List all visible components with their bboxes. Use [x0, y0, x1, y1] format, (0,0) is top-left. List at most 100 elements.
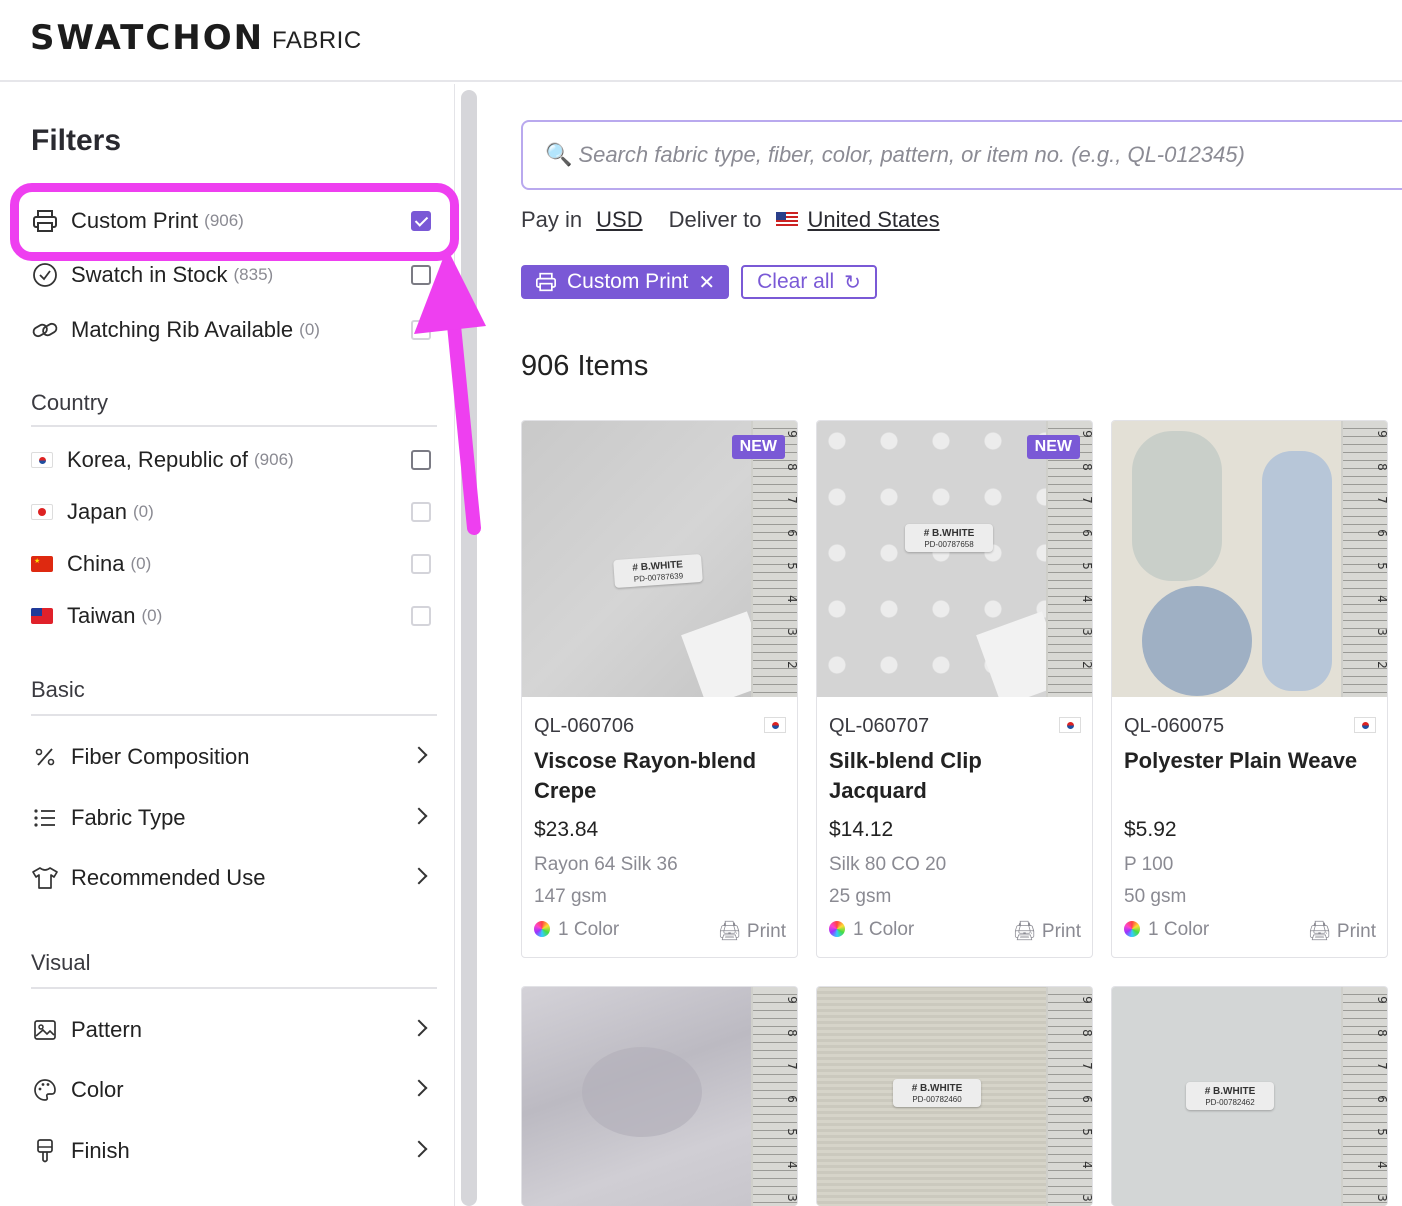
filters-title: Filters: [31, 124, 122, 157]
ruler-number: 6: [1080, 529, 1093, 537]
image-icon: [31, 1016, 59, 1044]
ruler-number: 2: [1375, 661, 1388, 669]
country-china[interactable]: ★ China (0): [31, 544, 431, 584]
swatch-in-stock-checkbox[interactable]: [411, 265, 431, 285]
country-count: (906): [254, 450, 294, 469]
nav-pattern[interactable]: Pattern: [31, 1010, 431, 1050]
chevron-right-icon: [410, 867, 428, 885]
product-gsm: 147 gsm: [534, 886, 607, 907]
sidebar-scrollbar[interactable]: [461, 90, 477, 1206]
nav-fabric[interactable]: FABRIC: [272, 27, 362, 55]
ruler-number: 9: [1080, 430, 1093, 438]
ruler-number: 3: [1375, 1194, 1388, 1202]
fabric-tag: # B.WHITE PD-00787639: [613, 553, 703, 589]
korea-checkbox[interactable]: [411, 450, 431, 470]
product-price: $23.84: [534, 818, 599, 841]
ruler-number: 8: [1080, 463, 1093, 471]
taiwan-checkbox[interactable]: [411, 606, 431, 626]
nav-finish[interactable]: Finish: [31, 1131, 431, 1171]
ruler: 9 8 7 6 5 4 3 2: [1341, 421, 1388, 697]
print-indicator: 🖨 Print: [1012, 921, 1081, 942]
chip-custom-print[interactable]: Custom Print ✕: [521, 265, 730, 299]
product-card[interactable]: # B.WHITE PD-00787658 9 8 7 6 5 4 3 2 NEW QL-060…: [816, 420, 1093, 958]
search-icon: 🔍: [545, 142, 573, 167]
close-icon[interactable]: ✕: [698, 270, 715, 295]
divider: [31, 714, 437, 716]
print-indicator: 🖨 Print: [717, 921, 786, 942]
brush-icon: [31, 1137, 59, 1165]
ruler-number: 5: [1080, 1128, 1093, 1136]
country-taiwan[interactable]: Taiwan (0): [31, 596, 431, 636]
chevron-right-icon: [410, 1140, 428, 1158]
product-card[interactable]: # B.WHITE PD-00782462 9 8 7 6 5 4 3: [1111, 986, 1388, 1206]
product-name[interactable]: Viscose Rayon-blend Crepe: [534, 746, 786, 806]
china-checkbox[interactable]: [411, 554, 431, 574]
ruler-number: 5: [1375, 562, 1388, 570]
taiwan-flag-icon: [31, 608, 53, 624]
japan-checkbox[interactable]: [411, 502, 431, 522]
product-card[interactable]: # B.WHITE PD-00787639 9 8 7 6 5 4 3 2 NEW QL-060…: [521, 420, 798, 958]
color-wheel-icon: [829, 921, 845, 937]
matching-rib-checkbox[interactable]: [411, 320, 431, 340]
currency-selector[interactable]: USD: [596, 207, 642, 233]
nav-recommended-use[interactable]: Recommended Use: [31, 858, 431, 898]
tshirt-icon: [31, 864, 59, 892]
ruler-number: 7: [1080, 496, 1093, 504]
filter-matching-rib[interactable]: Matching Rib Available (0): [31, 310, 431, 350]
link-icon: [31, 316, 59, 344]
ruler-number: 6: [1375, 529, 1388, 537]
pay-label: Pay in: [521, 207, 583, 232]
chevron-right-icon: [410, 746, 428, 764]
country-label: China: [67, 551, 125, 576]
ruler-number: 3: [1375, 628, 1388, 636]
product-price: $14.12: [829, 818, 894, 841]
deliver-label: Deliver to: [668, 207, 762, 232]
country-japan[interactable]: Japan (0): [31, 492, 431, 532]
country-korea[interactable]: Korea, Republic of (906): [31, 440, 431, 480]
filter-label: Swatch in Stock: [71, 262, 228, 287]
nav-fiber-composition[interactable]: Fiber Composition: [31, 737, 431, 777]
palette-icon: [31, 1076, 59, 1104]
country-count: (0): [141, 606, 163, 625]
fabric-image: # B.WHITE PD-00782462 9 8 7 6 5 4 3: [1112, 987, 1388, 1206]
nav-fabric-type[interactable]: Fabric Type: [31, 798, 431, 838]
ruler-number: 8: [785, 1029, 798, 1037]
country-selector[interactable]: United States: [808, 207, 940, 233]
fabric-image: 9 8 7 6 5 4 3 2: [1112, 421, 1388, 697]
nav-label: Recommended Use: [71, 865, 266, 890]
product-code: QL-060706: [534, 715, 635, 737]
korea-flag-icon: [1354, 717, 1376, 733]
fabric-tag: # B.WHITE PD-00782462: [1186, 1082, 1274, 1110]
product-composition: Rayon 64 Silk 36: [534, 854, 678, 875]
product-name[interactable]: Silk-blend Clip Jacquard: [829, 746, 1081, 806]
product-card[interactable]: # B.WHITE PD-00782460 9 8 7 6 5 4 3: [816, 986, 1093, 1206]
swatchon-logo[interactable]: SWATCHON: [30, 18, 264, 58]
filter-swatch-in-stock[interactable]: Swatch in Stock (835): [31, 255, 431, 295]
ruler-number: 7: [785, 1062, 798, 1070]
pay-deliver-line: Pay in USD Deliver to United States: [521, 207, 966, 233]
divider: [31, 425, 437, 427]
ruler-number: 9: [1375, 996, 1388, 1004]
section-visual: Visual: [31, 950, 91, 975]
clear-all-button[interactable]: Clear all ↻: [741, 265, 877, 299]
ruler-number: 7: [1375, 1062, 1388, 1070]
product-card[interactable]: 9 8 7 6 5 4 3: [521, 986, 798, 1206]
ruler-number: 9: [1080, 996, 1093, 1004]
active-filters: Custom Print ✕ Clear all ↻: [521, 265, 877, 299]
color-count: 1 Color: [1124, 919, 1209, 943]
nav-label: Finish: [71, 1138, 130, 1163]
top-bar: SWATCHON FABRIC: [0, 0, 1402, 82]
ruler-number: 4: [1080, 595, 1093, 603]
ruler-number: 8: [1375, 1029, 1388, 1037]
ruler-number: 4: [1375, 595, 1388, 603]
filter-count: (835): [233, 265, 274, 284]
nav-label: Fabric Type: [71, 805, 186, 830]
product-card[interactable]: 9 8 7 6 5 4 3 2 QL-060075 Polyester Plain Weave…: [1111, 420, 1388, 958]
nav-color[interactable]: Color: [31, 1070, 431, 1110]
ruler-number: 4: [1375, 1161, 1388, 1169]
product-name[interactable]: Polyester Plain Weave: [1124, 746, 1376, 806]
nav-label: Fiber Composition: [71, 744, 250, 769]
section-country: Country: [31, 390, 109, 415]
search-input[interactable]: 🔍 Search fabric type, fiber, color, patt…: [521, 120, 1402, 190]
ruler: 9 8 7 6 5 4 3 2: [751, 421, 797, 697]
